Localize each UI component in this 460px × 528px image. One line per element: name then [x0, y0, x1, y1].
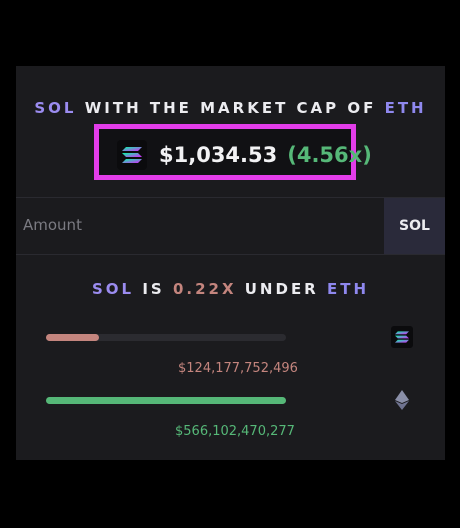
- solana-mini-icon: [391, 326, 413, 348]
- amount-input[interactable]: Amount: [23, 216, 82, 234]
- sol-market-cap: $124,177,752,496: [178, 361, 298, 376]
- price-highlight: $1,034.53 (4.56x): [94, 124, 372, 180]
- comparison-factor: 0.22X: [172, 280, 237, 298]
- solana-icon: [117, 140, 147, 170]
- headline-sol: SOL: [34, 99, 77, 117]
- price-multiplier: (4.56x): [287, 143, 372, 167]
- price-value: $1,034.53: [159, 143, 278, 167]
- eth-market-cap: $566,102,470,277: [175, 424, 295, 439]
- headline-middle: WITH THE MARKET CAP OF: [76, 99, 385, 117]
- sol-progress-bar: [46, 334, 286, 341]
- unit-selector[interactable]: SOL: [384, 198, 445, 254]
- market-cap-card: SOL WITH THE MARKET CAP OF ETH $1,034.53…: [16, 66, 445, 460]
- comparison-is: IS: [134, 280, 173, 298]
- headline-eth: ETH: [384, 99, 427, 117]
- ethereum-icon: [395, 390, 409, 414]
- unit-label: SOL: [399, 218, 430, 234]
- sol-progress-fill: [46, 334, 99, 341]
- comparison-text: SOL IS 0.22X UNDER ETH: [16, 280, 445, 298]
- comparison-eth: ETH: [326, 280, 370, 298]
- comparison-sol: SOL: [91, 280, 135, 298]
- eth-progress-bar: [46, 397, 286, 404]
- eth-progress-fill: [46, 397, 286, 404]
- amount-row: Amount SOL: [16, 197, 445, 255]
- headline: SOL WITH THE MARKET CAP OF ETH: [16, 99, 445, 117]
- comparison-under: UNDER: [236, 280, 327, 298]
